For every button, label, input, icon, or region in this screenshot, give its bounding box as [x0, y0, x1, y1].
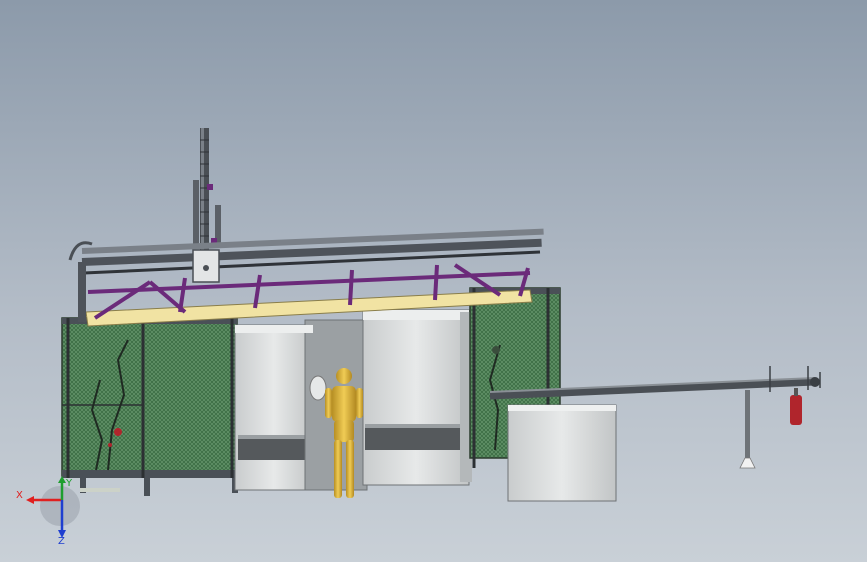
motor	[790, 395, 802, 425]
assembly-model[interactable]	[0, 0, 867, 562]
left-safety-enclosure[interactable]	[61, 317, 238, 496]
outfeed-cabinet[interactable]	[507, 404, 617, 502]
triad-sphere	[40, 486, 80, 526]
y-axis-label: Y	[65, 478, 73, 489]
x-axis-label: X	[16, 490, 23, 501]
z-axis-label: Z	[58, 536, 65, 546]
cad-viewport[interactable]: X Y Z	[0, 0, 867, 562]
coordinate-triad: X Y Z	[16, 476, 80, 546]
